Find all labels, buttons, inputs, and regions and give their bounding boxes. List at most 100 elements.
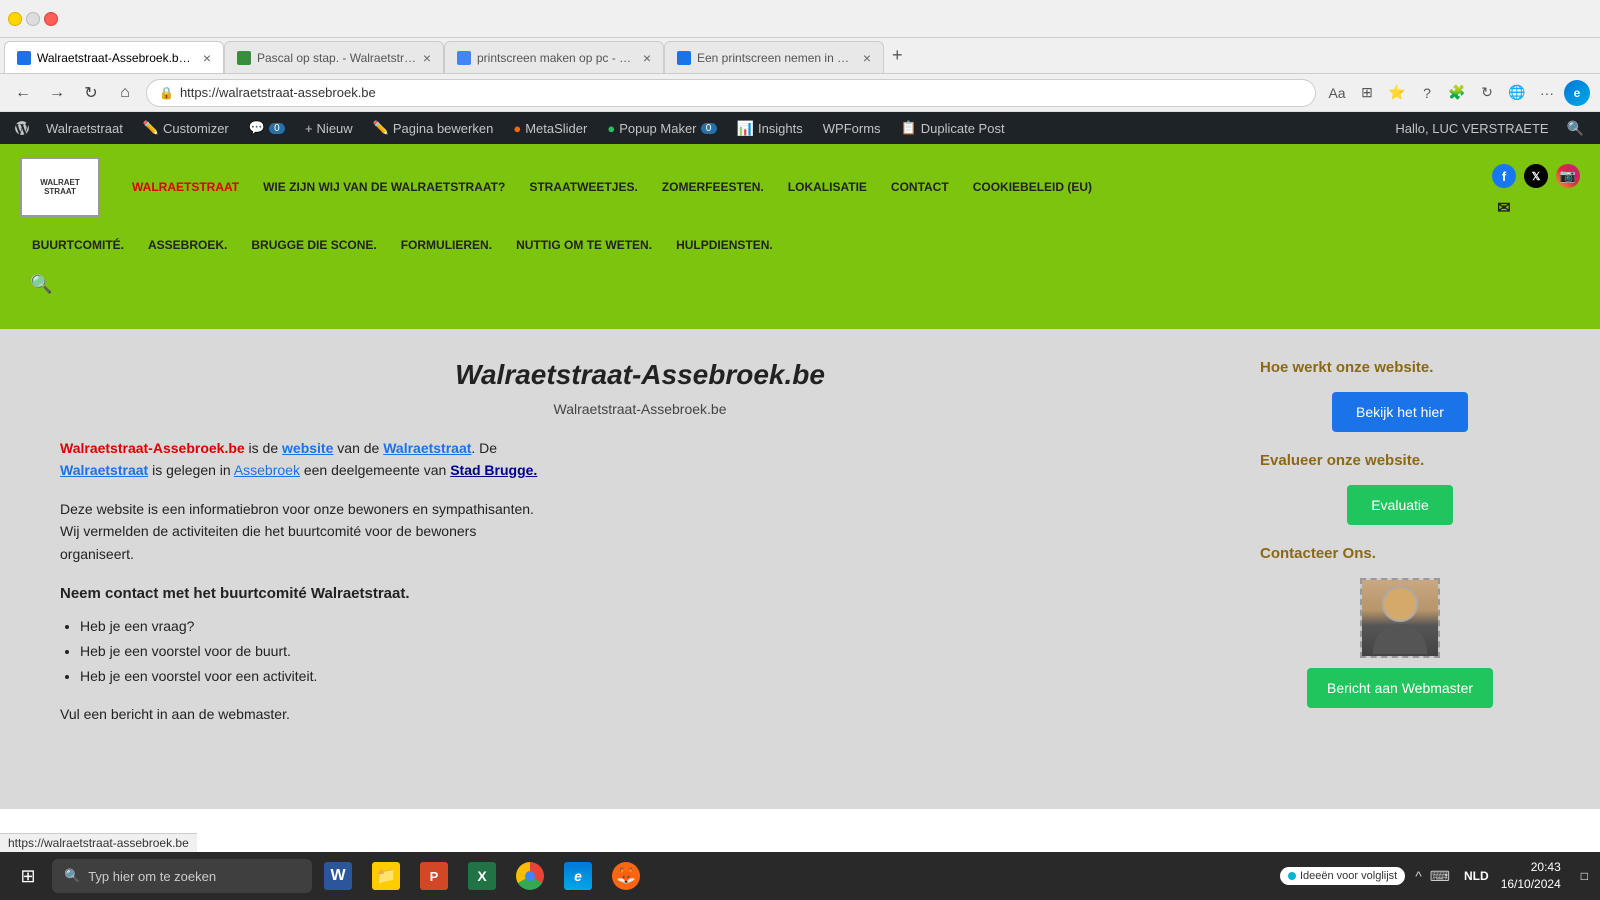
minimize-button[interactable] <box>8 12 22 26</box>
reload-button[interactable]: ↻ <box>78 80 104 106</box>
nav-lokalisatie[interactable]: LOKALISATIE <box>776 172 879 202</box>
taskbar-excel-app[interactable]: X <box>460 854 504 898</box>
taskbar-chrome-app[interactable] <box>508 854 552 898</box>
address-bar-row: ← → ↻ ⌂ 🔒 https://walraetstraat-assebroe… <box>0 74 1600 112</box>
tab-title-2: Pascal op stap. - Walraetstraat <box>257 51 417 65</box>
help-button[interactable]: ? <box>1414 80 1440 106</box>
immersive-reader-button[interactable]: ⊞ <box>1354 80 1380 106</box>
evaluatie-button[interactable]: Evaluatie <box>1347 485 1453 525</box>
admin-bar-popup-maker[interactable]: ● Popup Maker 0 <box>597 112 726 144</box>
admin-bar-wpforms[interactable]: WPForms <box>813 112 891 144</box>
email-icon[interactable]: ✉ <box>1492 196 1516 220</box>
tab-close-3[interactable]: × <box>643 50 651 66</box>
taskbar-edge-app[interactable]: e <box>556 854 600 898</box>
taskbar-word-app[interactable]: W <box>316 854 360 898</box>
tab-close-2[interactable]: × <box>423 50 431 66</box>
twitter-x-icon[interactable]: 𝕏 <box>1524 164 1548 188</box>
nav-assebroek[interactable]: ASSEBROEK. <box>136 230 239 260</box>
social-row-top: f 𝕏 📷 <box>1492 164 1580 188</box>
nav-formulieren[interactable]: FORMULIEREN. <box>389 230 504 260</box>
wp-logo[interactable] <box>8 112 36 144</box>
notification-button[interactable]: □ <box>1577 869 1592 883</box>
admin-bar-insights[interactable]: 📊 Insights <box>727 112 813 144</box>
close-button[interactable] <box>44 12 58 26</box>
nav-brugge-die-scone[interactable]: BRUGGE DIE SCONE. <box>239 230 388 260</box>
browser-tab-1[interactable]: Walraetstraat-Assebroek.be - Wal... × <box>4 41 224 73</box>
maximize-button[interactable] <box>26 12 40 26</box>
vul-bericht-text: Vul een bericht in aan de webmaster. <box>60 706 1220 722</box>
taskbar-explorer-app[interactable]: 📁 <box>364 854 408 898</box>
intro-paragraph: Walraetstraat-Assebroek.be is de website… <box>60 437 1220 482</box>
evalueer-heading: Evalueer onze website. <box>1260 452 1540 469</box>
intro-walraetstraat-link[interactable]: Walraetstraat <box>383 440 471 456</box>
edge-browser-icon: e <box>1564 80 1590 106</box>
intro-walraetstraat2-link[interactable]: Walraetstraat <box>60 462 148 478</box>
forward-button[interactable]: → <box>44 80 70 106</box>
comments-badge: 0 <box>269 123 285 134</box>
nav-contact[interactable]: CONTACT <box>879 172 961 202</box>
admin-search-icon[interactable]: 🔍 <box>1559 120 1592 137</box>
intro-website-link[interactable]: website <box>282 440 333 456</box>
tab-close-1[interactable]: × <box>203 50 211 66</box>
admin-bar-new[interactable]: + Nieuw <box>295 112 363 144</box>
taskbar-firefox-app[interactable]: 🦊 <box>604 854 648 898</box>
ideas-for-playlist-button[interactable]: Ideeën voor volglijst <box>1280 867 1405 885</box>
content-right: Hoe werkt onze website. Bekijk het hier … <box>1260 359 1540 779</box>
intro-brugge-link[interactable]: Stad Brugge. <box>450 462 537 478</box>
start-button[interactable]: ⊞ <box>8 856 48 896</box>
site-logo[interactable]: WALRAETSTRAAT <box>20 157 100 217</box>
window-controls[interactable] <box>8 12 58 26</box>
content-left: Walraetstraat-Assebroek.be Walraetstraat… <box>60 359 1260 779</box>
new-tab-button[interactable]: + <box>884 37 911 73</box>
back-button[interactable]: ← <box>10 80 36 106</box>
intro-assebroek-link[interactable]: Assebroek <box>234 462 300 478</box>
site-navigation: WALRAETSTRAAT WALRAETSTRAAT WIE ZIJN WIJ… <box>0 144 1600 329</box>
refresh-button[interactable]: ↻ <box>1474 80 1500 106</box>
nav-cookiebeleid[interactable]: COOKIEBELEID (EU) <box>961 172 1104 202</box>
nav-straatweetjes[interactable]: STRAATWEETJES. <box>517 172 649 202</box>
tab-close-4[interactable]: × <box>863 50 871 66</box>
browser-tab-3[interactable]: printscreen maken op pc - Zoeke... × <box>444 41 664 73</box>
browser-tab-4[interactable]: Een printscreen nemen in Windo... × <box>664 41 884 73</box>
taskbar-right: Ideeën voor volglijst ^ ⌨ NLD 20:43 16/1… <box>1280 859 1592 893</box>
comments-icon: 💬 <box>249 120 265 136</box>
extensions-button[interactable]: 🧩 <box>1444 80 1470 106</box>
nav-walraetstraat[interactable]: WALRAETSTRAAT <box>120 172 251 202</box>
browser-tab-2[interactable]: Pascal op stap. - Walraetstraat × <box>224 41 444 73</box>
facebook-icon[interactable]: f <box>1492 164 1516 188</box>
tray-arrow-icon[interactable]: ^ <box>1413 866 1424 886</box>
admin-bar-customizer[interactable]: ✏️ Customizer <box>133 112 239 144</box>
home-button[interactable]: ⌂ <box>112 80 138 106</box>
admin-bar-metaslider[interactable]: ● MetaSlider <box>503 112 597 144</box>
admin-bar-edit-label: Pagina bewerken <box>393 121 493 136</box>
new-icon: + <box>305 121 313 136</box>
nav-hulpdiensten[interactable]: HULPDIENSTEN. <box>664 230 785 260</box>
nav-buurtcomite[interactable]: BUURTCOMITÉ. <box>20 230 136 260</box>
tab-title-3: printscreen maken op pc - Zoeke... <box>477 51 637 65</box>
nav-nuttig-om-te-weten[interactable]: NUTTIG OM TE WETEN. <box>504 230 664 260</box>
admin-bar-metaslider-label: MetaSlider <box>525 121 587 136</box>
nav-zomerfeesten[interactable]: ZOMERFEESTEN. <box>650 172 776 202</box>
nav-wie-zijn-wij[interactable]: WIE ZIJN WIJ VAN DE WALRAETSTRAAT? <box>251 172 517 202</box>
bericht-aan-webmaster-button[interactable]: Bericht aan Webmaster <box>1307 668 1493 708</box>
top-navigation-menu: WALRAETSTRAAT WIE ZIJN WIJ VAN DE WALRAE… <box>120 172 1104 202</box>
intro-de: . De <box>471 440 497 456</box>
admin-bar-walraetstraat[interactable]: Walraetstraat <box>36 112 133 144</box>
more-button[interactable]: ··· <box>1534 80 1560 106</box>
admin-bar-edit-page[interactable]: ✏️ Pagina bewerken <box>363 112 504 144</box>
favorites-button[interactable]: ⭐ <box>1384 80 1410 106</box>
profile-button[interactable]: 🌐 <box>1504 80 1530 106</box>
address-bar[interactable]: 🔒 https://walraetstraat-assebroek.be <box>146 79 1316 107</box>
instagram-icon[interactable]: 📷 <box>1556 164 1580 188</box>
admin-bar-insights-label: Insights <box>758 121 803 136</box>
tab-title-4: Een printscreen nemen in Windo... <box>697 51 857 65</box>
bekijk-het-hier-button[interactable]: Bekijk het hier <box>1332 392 1468 432</box>
admin-bar-duplicate-post[interactable]: 📋 Duplicate Post <box>891 112 1015 144</box>
admin-bar-comments[interactable]: 💬 0 <box>239 112 295 144</box>
site-search-icon[interactable]: 🔍 <box>20 270 1580 299</box>
taskbar-powerpoint-app[interactable]: P <box>412 854 456 898</box>
toolbar-icons: Aa ⊞ ⭐ ? 🧩 ↻ 🌐 ··· e <box>1324 80 1590 106</box>
excel-icon: X <box>468 862 496 890</box>
taskbar-search-box[interactable]: 🔍 Typ hier om te zoeken <box>52 859 312 893</box>
read-mode-button[interactable]: Aa <box>1324 80 1350 106</box>
